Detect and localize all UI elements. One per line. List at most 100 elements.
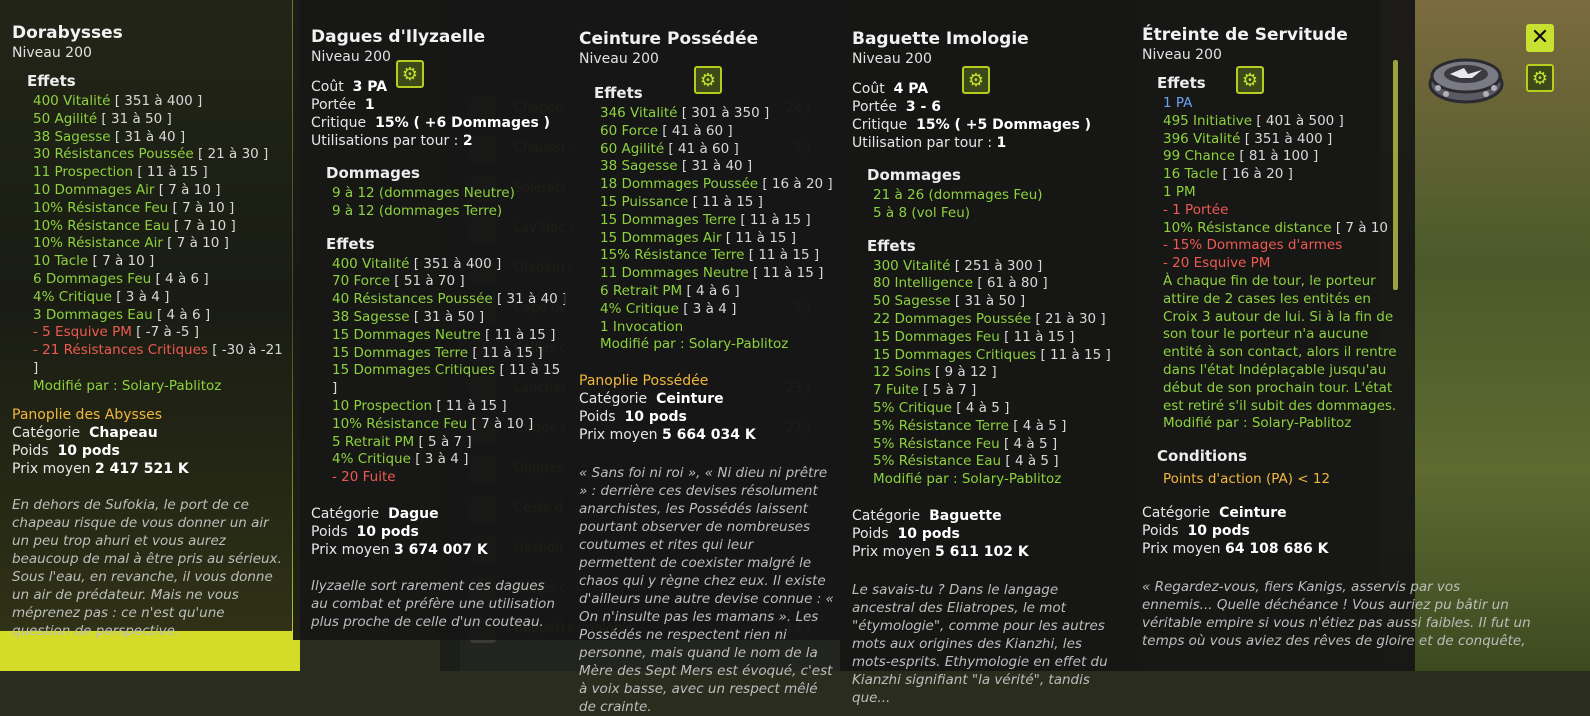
damage-list: 9 à 12 (dommages Neutre) 9 à 12 (dommages… — [332, 185, 568, 221]
effect-range: [ 351 à 400 ] — [413, 255, 502, 272]
category-label: Catégorie — [579, 391, 648, 408]
effect-line: 10% Résistance Feu [ 7 à 10 ] — [332, 416, 568, 434]
effect-value: À chaque fin de tour, le porteur attire … — [1163, 272, 1397, 414]
price-label: Prix moyen — [579, 427, 658, 444]
effect-value: - 20 Fuite — [332, 469, 396, 486]
effect-value: 1 Invocation — [600, 318, 684, 335]
uses-label: Utilisation par tour : — [852, 135, 993, 151]
item-lore: Le savais-tu ? Dans le langage ancestral… — [852, 581, 1108, 706]
effects-list: 1 PA 495 Initiative [ 401 à 500 ] 396 Vita… — [1163, 95, 1403, 433]
effect-line: 346 Vitalité [ 301 à 350 ] — [600, 105, 840, 123]
effect-value: 15% Résistance Terre — [600, 247, 745, 264]
effect-range: [ 401 à 500 ] — [1256, 112, 1344, 129]
effect-value: 60 Force — [600, 122, 658, 139]
effect-line: 300 Vitalité [ 251 à 300 ] — [873, 258, 1130, 276]
effect-value: 400 Vitalité — [33, 93, 111, 109]
item-belt-icon — [1428, 58, 1504, 104]
effect-value: 40 Résistances Poussée — [332, 291, 493, 308]
gear-icon[interactable]: ⚙ — [396, 60, 424, 88]
effect-value: - 5 Esquive PM — [33, 324, 132, 341]
effect-line: Modifié par : Solary-Pablitoz — [873, 471, 1130, 489]
gear-icon[interactable]: ⚙ — [694, 66, 722, 94]
effect-value: 16 Tacle — [1163, 166, 1219, 183]
effect-value: 38 Sagesse — [33, 128, 111, 145]
effect-range: [ 4 à 6 ] — [686, 282, 740, 299]
effects-heading: Effets — [1157, 74, 1206, 92]
effect-range: [ 11 à 15 ] — [436, 397, 507, 414]
effect-range: [ 11 à 15 ] — [472, 344, 543, 361]
effect-range: [ 4 à 6 ] — [155, 270, 209, 287]
range-row: Portée 3 - 6 — [852, 98, 1130, 116]
price-row: Prix moyen 5 611 102 K — [852, 543, 1130, 561]
effect-range: [ 11 à 15 ] — [692, 193, 763, 210]
effect-value: - 1 Portée — [1163, 201, 1229, 218]
effect-value: 400 Vitalité — [332, 255, 410, 272]
effect-line: 15 Dommages Air [ 11 à 15 ] — [600, 230, 840, 248]
effect-line: 15 Dommages Neutre [ 11 à 15 ] — [332, 327, 568, 345]
range-value: 3 - 6 — [905, 99, 941, 115]
damage-heading: Dommages — [867, 166, 961, 184]
effect-value: 5 Retrait PM — [332, 433, 415, 450]
range-value: 1 — [364, 97, 375, 113]
price-label: Prix moyen — [311, 541, 390, 558]
price-value: 5 611 102 K — [935, 543, 1029, 560]
effect-value: 5 à 8 (vol Feu) — [873, 204, 971, 221]
cost-label: Coût — [852, 81, 885, 97]
crit-label: Critique — [852, 117, 908, 133]
weight-row: Poids 10 pods — [1142, 522, 1415, 540]
effect-line: 12 Soins [ 9 à 12 ] — [873, 364, 1130, 382]
effect-value: 11 Dommages Neutre — [600, 265, 749, 282]
effect-value: 15 Dommages Critiques — [873, 346, 1037, 363]
item-level: Niveau 200 — [1142, 47, 1222, 63]
item-lore: « Sans foi ni roi », « Ni dieu ni prêtre… — [579, 465, 834, 716]
crit-value: 15% ( +5 Dommages ) — [916, 117, 1092, 133]
effect-value: 99 Chance — [1163, 148, 1236, 165]
effect-line: - 20 Fuite — [332, 469, 568, 487]
effect-line: 15 Dommages Terre [ 11 à 15 ] — [600, 212, 840, 230]
effect-range: [ 7 à 10 ] — [172, 199, 235, 216]
category-value: Ceinture — [656, 391, 724, 408]
gear-icon[interactable]: ⚙ — [1526, 64, 1554, 92]
effect-line: 1 PA — [1163, 95, 1403, 113]
item-title: Étreinte de Servitude — [1142, 25, 1348, 45]
effect-line: 1 PM — [1163, 184, 1403, 202]
weight-row: Poids 10 pods — [311, 523, 568, 541]
gear-icon[interactable]: ⚙ — [1236, 66, 1264, 94]
tooltip-scrollbar[interactable] — [1393, 60, 1398, 290]
price-value: 2 417 521 K — [95, 460, 189, 477]
effect-value: - 20 Esquive PM — [1163, 255, 1271, 272]
cost-row: Coût 3 PA — [311, 78, 568, 96]
item-level: Niveau 200 — [852, 51, 932, 67]
effect-value: 10% Résistance distance — [1163, 219, 1332, 236]
effect-range: [ 3 à 4 ] — [116, 288, 170, 305]
effect-value: 80 Intelligence — [873, 275, 974, 292]
range-label: Portée — [852, 99, 897, 115]
effect-range: [ 31 à 40 ] — [681, 158, 753, 175]
effect-range: [ 11 à 15 ] — [137, 164, 208, 181]
effect-value: 5% Résistance Terre — [873, 417, 1009, 434]
effect-value: Modifié par : Solary-Pablitoz — [873, 471, 1062, 488]
category-label: Catégorie — [311, 505, 380, 522]
set-link[interactable]: Panoplie Possédée — [579, 372, 840, 390]
effect-range: [ 4 à 5 ] — [1003, 435, 1058, 452]
effects-list: 300 Vitalité [ 251 à 300 ] 80 Intelligenc… — [873, 258, 1130, 489]
effect-line: 4% Critique [ 3 à 4 ] — [33, 289, 292, 307]
gear-icon[interactable]: ⚙ — [962, 66, 990, 94]
effect-value: 495 Initiative — [1163, 112, 1253, 129]
category-value: Ceinture — [1219, 505, 1287, 522]
cost-row: Coût 4 PA — [852, 80, 1130, 98]
effect-value: 300 Vitalité — [873, 257, 951, 274]
weight-row: Poids 10 pods — [852, 525, 1130, 543]
close-icon[interactable]: ✕ — [1526, 24, 1554, 52]
effect-value: 3 Dommages Eau — [33, 306, 153, 323]
weight-value: 10 pods — [624, 409, 687, 426]
set-link[interactable]: Panoplie des Abysses — [12, 406, 292, 424]
effect-line: 10% Résistance distance [ 7 à 10 ] — [1163, 220, 1403, 238]
effect-line: - 1 Portée — [1163, 202, 1403, 220]
effect-line: 9 à 12 (dommages Terre) — [332, 203, 568, 221]
effect-value: 1 PM — [1163, 183, 1196, 200]
effect-value: 18 Dommages Poussée — [600, 176, 759, 193]
effect-line: 15 Puissance [ 11 à 15 ] — [600, 194, 840, 212]
weight-value: 10 pods — [57, 442, 120, 459]
effect-range: [ 11 à 15 ] — [1004, 328, 1075, 345]
